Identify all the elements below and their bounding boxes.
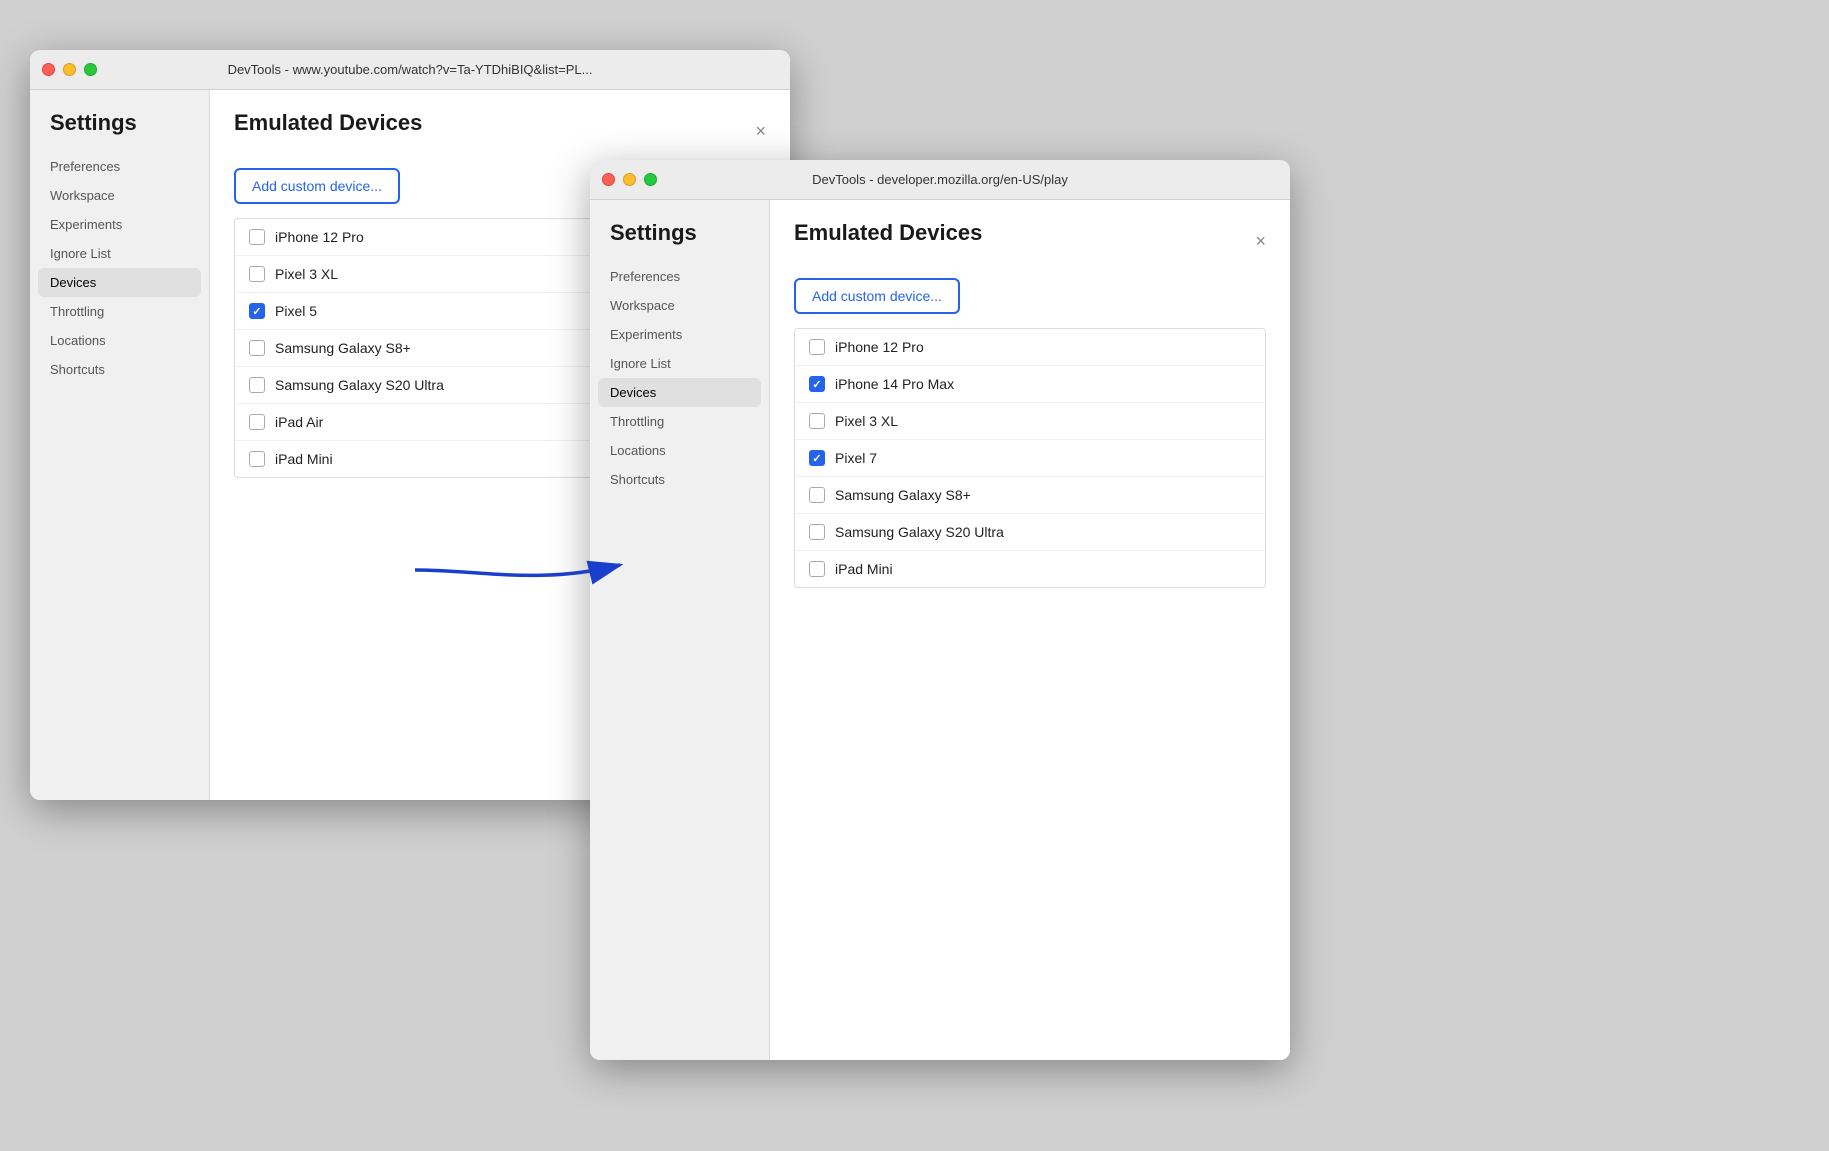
list-item[interactable]: Pixel 3 XL xyxy=(795,403,1265,440)
close-traffic-light-1[interactable] xyxy=(42,63,55,76)
device-name-label: Samsung Galaxy S8+ xyxy=(835,487,971,503)
emulated-devices-title-1: Emulated Devices xyxy=(234,110,422,136)
sidebar-item-preferences-1[interactable]: Preferences xyxy=(30,152,209,181)
settings-main-2: Emulated Devices × Add custom device... … xyxy=(770,200,1290,1060)
minimize-traffic-light-2[interactable] xyxy=(623,173,636,186)
device-name-label: iPhone 12 Pro xyxy=(275,229,364,245)
device-checkbox[interactable] xyxy=(249,229,265,245)
device-name-label: Pixel 3 XL xyxy=(835,413,898,429)
add-custom-device-button-1[interactable]: Add custom device... xyxy=(234,168,400,204)
close-traffic-light-2[interactable] xyxy=(602,173,615,186)
minimize-traffic-light-1[interactable] xyxy=(63,63,76,76)
add-custom-device-button-2[interactable]: Add custom device... xyxy=(794,278,960,314)
close-button-1[interactable]: × xyxy=(755,122,766,140)
device-checkbox[interactable] xyxy=(809,413,825,429)
list-item[interactable]: Samsung Galaxy S20 Ultra xyxy=(795,514,1265,551)
close-button-2[interactable]: × xyxy=(1255,232,1266,250)
sidebar-item-experiments-2[interactable]: Experiments xyxy=(590,320,769,349)
emulated-devices-title-2: Emulated Devices xyxy=(794,220,982,246)
settings-sidebar-2: Settings Preferences Workspace Experimen… xyxy=(590,200,770,1060)
window-title-1: DevTools - www.youtube.com/watch?v=Ta-YT… xyxy=(228,62,593,77)
device-name-label: Pixel 7 xyxy=(835,450,877,466)
device-name-label: Pixel 3 XL xyxy=(275,266,338,282)
window-2: DevTools - developer.mozilla.org/en-US/p… xyxy=(590,160,1290,1060)
device-checkbox[interactable] xyxy=(249,266,265,282)
list-item[interactable]: iPad Mini xyxy=(795,551,1265,587)
device-checkbox[interactable] xyxy=(249,377,265,393)
device-name-label: iPhone 12 Pro xyxy=(835,339,924,355)
device-checkbox[interactable] xyxy=(809,487,825,503)
settings-sidebar-1: Settings Preferences Workspace Experimen… xyxy=(30,90,210,800)
device-checkbox[interactable] xyxy=(249,303,265,319)
window-title-2: DevTools - developer.mozilla.org/en-US/p… xyxy=(812,172,1068,187)
list-item[interactable]: Samsung Galaxy S8+ xyxy=(795,477,1265,514)
device-checkbox[interactable] xyxy=(809,450,825,466)
list-item[interactable]: iPhone 14 Pro Max xyxy=(795,366,1265,403)
sidebar-item-workspace-2[interactable]: Workspace xyxy=(590,291,769,320)
device-checkbox[interactable] xyxy=(249,451,265,467)
device-name-label: iPad Mini xyxy=(275,451,333,467)
settings-heading-2: Settings xyxy=(590,220,769,262)
sidebar-item-ignorelist-2[interactable]: Ignore List xyxy=(590,349,769,378)
sidebar-item-throttling-1[interactable]: Throttling xyxy=(30,297,209,326)
device-checkbox[interactable] xyxy=(809,376,825,392)
settings-heading-1: Settings xyxy=(30,110,209,152)
sidebar-item-ignorelist-1[interactable]: Ignore List xyxy=(30,239,209,268)
sidebar-item-workspace-1[interactable]: Workspace xyxy=(30,181,209,210)
list-item[interactable]: Pixel 7 xyxy=(795,440,1265,477)
device-checkbox[interactable] xyxy=(809,339,825,355)
maximize-traffic-light-1[interactable] xyxy=(84,63,97,76)
device-checkbox[interactable] xyxy=(809,561,825,577)
device-checkbox[interactable] xyxy=(809,524,825,540)
sidebar-item-experiments-1[interactable]: Experiments xyxy=(30,210,209,239)
maximize-traffic-light-2[interactable] xyxy=(644,173,657,186)
device-name-label: Samsung Galaxy S20 Ultra xyxy=(275,377,444,393)
sidebar-item-throttling-2[interactable]: Throttling xyxy=(590,407,769,436)
titlebar-2: DevTools - developer.mozilla.org/en-US/p… xyxy=(590,160,1290,200)
sidebar-item-locations-1[interactable]: Locations xyxy=(30,326,209,355)
sidebar-item-preferences-2[interactable]: Preferences xyxy=(590,262,769,291)
device-name-label: iPad Air xyxy=(275,414,323,430)
sidebar-item-devices-2[interactable]: Devices xyxy=(598,378,761,407)
device-name-label: iPad Mini xyxy=(835,561,893,577)
sidebar-item-locations-2[interactable]: Locations xyxy=(590,436,769,465)
device-checkbox[interactable] xyxy=(249,340,265,356)
sidebar-item-shortcuts-2[interactable]: Shortcuts xyxy=(590,465,769,494)
device-name-label: Pixel 5 xyxy=(275,303,317,319)
settings-body-2: Settings Preferences Workspace Experimen… xyxy=(590,200,1290,1060)
device-name-label: iPhone 14 Pro Max xyxy=(835,376,954,392)
sidebar-item-shortcuts-1[interactable]: Shortcuts xyxy=(30,355,209,384)
titlebar-1: DevTools - www.youtube.com/watch?v=Ta-YT… xyxy=(30,50,790,90)
device-name-label: Samsung Galaxy S20 Ultra xyxy=(835,524,1004,540)
list-item[interactable]: iPhone 12 Pro xyxy=(795,329,1265,366)
device-name-label: Samsung Galaxy S8+ xyxy=(275,340,411,356)
device-checkbox[interactable] xyxy=(249,414,265,430)
devices-list-2: iPhone 12 Pro iPhone 14 Pro Max Pixel 3 XL… xyxy=(794,328,1266,588)
sidebar-item-devices-1[interactable]: Devices xyxy=(38,268,201,297)
